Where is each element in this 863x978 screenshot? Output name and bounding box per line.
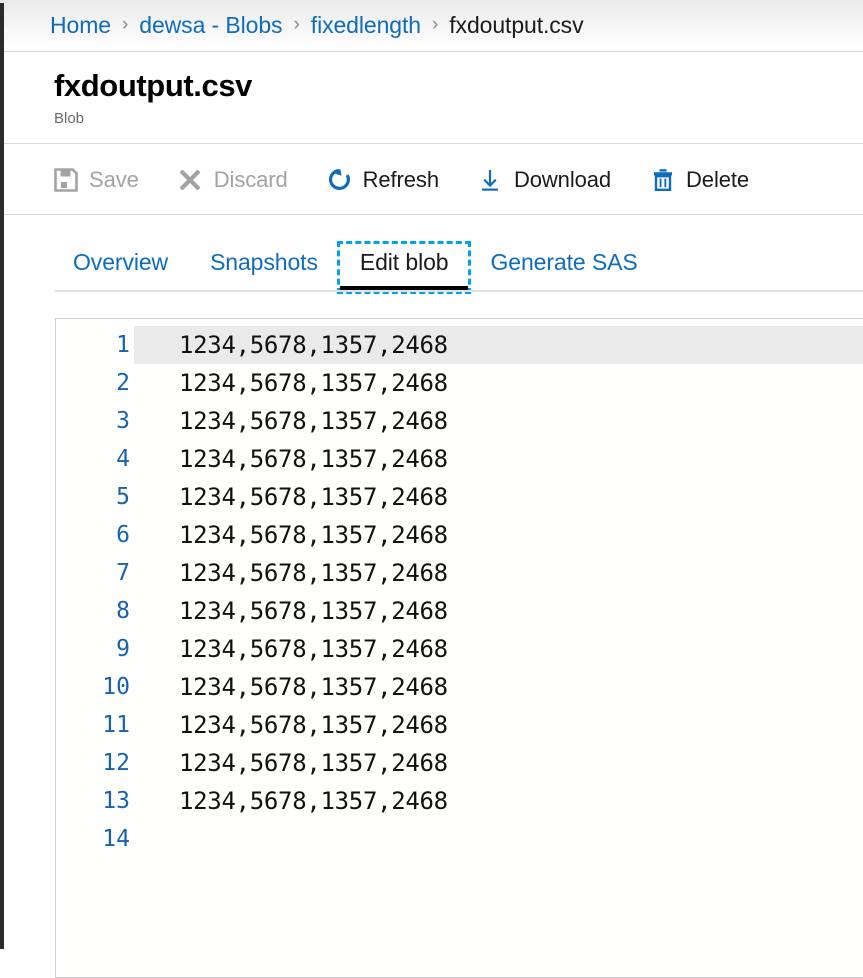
line-content-area[interactable]: 1234,5678,1357,2468 [134, 630, 863, 668]
download-button[interactable]: Download [477, 166, 611, 193]
command-toolbar: Save Discard Refresh Download Delete [4, 145, 863, 215]
code-line[interactable]: 11 1234,5678,1357,2468 [56, 706, 863, 744]
line-number: 5 [56, 486, 134, 509]
refresh-icon [326, 166, 353, 193]
line-content-area[interactable]: 1234,5678,1357,2468 [134, 782, 863, 820]
line-number: 6 [56, 524, 134, 547]
line-content-area[interactable]: 1234,5678,1357,2468 [134, 706, 863, 744]
breadcrumb-item-1[interactable]: dewsa - Blobs [139, 12, 282, 39]
line-content-area[interactable]: 1234,5678,1357,2468 [134, 554, 863, 592]
line-number: 4 [56, 448, 134, 471]
line-text: 1234,5678,1357,2468 [179, 447, 448, 471]
code-line[interactable]: 10 1234,5678,1357,2468 [56, 668, 863, 706]
code-line[interactable]: 6 1234,5678,1357,2468 [56, 516, 863, 554]
line-content-area[interactable]: 1234,5678,1357,2468 [134, 364, 863, 402]
blob-code-editor[interactable]: 1 1234,5678,1357,2468 2 1234,5678,1357,2468… [55, 318, 863, 978]
code-line[interactable]: 14 [56, 820, 863, 858]
line-text: 1234,5678,1357,2468 [179, 713, 448, 737]
breadcrumb-separator: › [122, 15, 128, 34]
page-subtitle: Blob [54, 110, 863, 127]
line-text: 1234,5678,1357,2468 [179, 599, 448, 623]
line-number: 2 [56, 372, 134, 395]
line-number: 8 [56, 600, 134, 623]
line-number: 11 [56, 714, 134, 737]
tab-edit-blob[interactable]: Edit blob [339, 243, 470, 292]
line-text: 1234,5678,1357,2468 [179, 523, 448, 547]
line-text: 1234,5678,1357,2468 [179, 409, 448, 433]
tab-snapshots[interactable]: Snapshots [189, 243, 339, 292]
save-button-label: Save [89, 167, 139, 193]
code-line[interactable]: 3 1234,5678,1357,2468 [56, 402, 863, 440]
delete-button-label: Delete [686, 167, 749, 193]
line-content-area[interactable]: 1234,5678,1357,2468 [134, 478, 863, 516]
refresh-button-label: Refresh [363, 167, 439, 193]
code-line[interactable]: 13 1234,5678,1357,2468 [56, 782, 863, 820]
line-text: 1234,5678,1357,2468 [179, 333, 448, 357]
line-text: 1234,5678,1357,2468 [179, 751, 448, 775]
line-content-area[interactable]: 1234,5678,1357,2468 [134, 592, 863, 630]
code-line[interactable]: 4 1234,5678,1357,2468 [56, 440, 863, 478]
code-line[interactable]: 2 1234,5678,1357,2468 [56, 364, 863, 402]
code-line[interactable]: 5 1234,5678,1357,2468 [56, 478, 863, 516]
blob-editor-blade: Home › dewsa - Blobs › fixedlength › fxdoutput… [0, 0, 863, 949]
line-number: 3 [56, 410, 134, 433]
line-number: 7 [56, 562, 134, 585]
line-text: 1234,5678,1357,2468 [179, 675, 448, 699]
line-text: 1234,5678,1357,2468 [179, 561, 448, 585]
line-content-area[interactable]: 1234,5678,1357,2468 [134, 326, 863, 364]
line-content-area[interactable]: 1234,5678,1357,2468 [134, 744, 863, 782]
delete-icon [649, 166, 676, 193]
save-button: Save [52, 166, 139, 193]
line-text: 1234,5678,1357,2468 [179, 637, 448, 661]
breadcrumb-separator: › [293, 15, 299, 34]
breadcrumb-separator: › [432, 15, 438, 34]
line-content-area[interactable]: 1234,5678,1357,2468 [134, 402, 863, 440]
code-line[interactable]: 8 1234,5678,1357,2468 [56, 592, 863, 630]
line-text: 1234,5678,1357,2468 [179, 485, 448, 509]
line-content-area[interactable] [134, 820, 863, 858]
download-button-label: Download [514, 167, 611, 193]
breadcrumb-item-0[interactable]: Home [50, 12, 111, 39]
tab-overview[interactable]: Overview [52, 243, 189, 292]
tab-generate-sas[interactable]: Generate SAS [469, 243, 658, 292]
tab-bar-divider [55, 290, 863, 292]
code-line[interactable]: 1 1234,5678,1357,2468 [56, 326, 863, 364]
breadcrumb-item-2[interactable]: fixedlength [311, 12, 421, 39]
line-text: 1234,5678,1357,2468 [179, 789, 448, 813]
delete-button[interactable]: Delete [649, 166, 749, 193]
line-content-area[interactable]: 1234,5678,1357,2468 [134, 440, 863, 478]
discard-icon [177, 166, 204, 193]
line-number: 12 [56, 752, 134, 775]
page-header: fxdoutput.csv Blob [4, 53, 863, 144]
refresh-button[interactable]: Refresh [326, 166, 439, 193]
line-content-area[interactable]: 1234,5678,1357,2468 [134, 516, 863, 554]
breadcrumb: Home › dewsa - Blobs › fixedlength › fxdoutput… [4, 0, 863, 52]
line-number: 10 [56, 676, 134, 699]
download-icon [477, 166, 504, 193]
line-number: 9 [56, 638, 134, 661]
tab-bar: OverviewSnapshotsEdit blobGenerate SAS [4, 216, 863, 292]
line-text: 1234,5678,1357,2468 [179, 371, 448, 395]
line-content-area[interactable]: 1234,5678,1357,2468 [134, 668, 863, 706]
discard-button: Discard [177, 166, 288, 193]
code-line[interactable]: 12 1234,5678,1357,2468 [56, 744, 863, 782]
editor-content[interactable]: 1 1234,5678,1357,2468 2 1234,5678,1357,2468… [56, 319, 863, 977]
page-title: fxdoutput.csv [54, 67, 863, 106]
code-line[interactable]: 7 1234,5678,1357,2468 [56, 554, 863, 592]
line-number: 14 [56, 828, 134, 851]
line-number: 1 [56, 334, 134, 357]
discard-button-label: Discard [214, 167, 288, 193]
line-number: 13 [56, 790, 134, 813]
save-icon [52, 166, 79, 193]
breadcrumb-item-3: fxdoutput.csv [449, 12, 583, 39]
code-line[interactable]: 9 1234,5678,1357,2468 [56, 630, 863, 668]
